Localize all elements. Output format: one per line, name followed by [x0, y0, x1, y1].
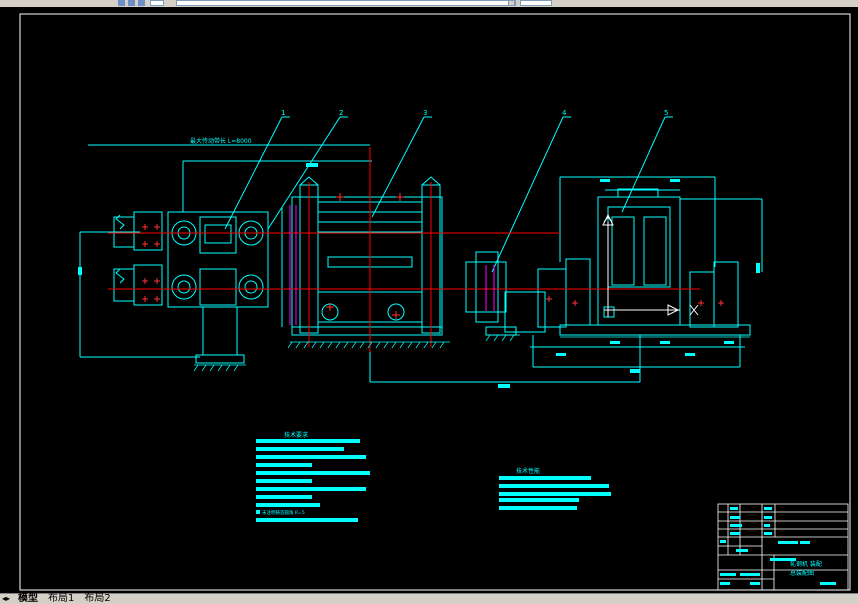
- canvas-background: [0, 7, 858, 593]
- tech-requirements-title: 技术要求: [284, 431, 308, 439]
- callout-2: 2: [339, 109, 343, 117]
- drawing-subtitle: 总装配图: [790, 569, 814, 577]
- properties-icon[interactable]: [138, 0, 145, 6]
- tab-layout-1[interactable]: 布局1: [46, 594, 76, 604]
- chevron-down-icon[interactable]: [508, 0, 515, 6]
- dimension-label: 最大传动带长 L=8000: [190, 137, 252, 145]
- callout-3: 3: [423, 109, 427, 117]
- layout-tab-bar: ◂▸ 模型 布局1 布局2: [0, 593, 858, 604]
- lineweight-dropdown[interactable]: [520, 0, 552, 6]
- layer-icon[interactable]: [128, 0, 135, 6]
- tab-nav-arrows[interactable]: ◂▸: [2, 594, 10, 604]
- callout-5: 5: [664, 109, 668, 117]
- tab-layout-2[interactable]: 布局2: [82, 594, 112, 604]
- drawing-canvas[interactable]: 1 2 3 4 5 最大传动带长 L=8000 技术要求 未注明铸造圆角 R=5…: [0, 7, 858, 593]
- callout-4: 4: [562, 109, 567, 117]
- callout-1: 1: [281, 109, 285, 117]
- tech-specs-title: 技术性能: [516, 467, 540, 475]
- tech-requirements-note: 未注明铸造圆角 R=5: [262, 509, 305, 516]
- linetype-dropdown[interactable]: [176, 0, 516, 6]
- layer-dropdown[interactable]: [150, 0, 164, 6]
- drawing-title: 轧钢机 装配: [790, 560, 822, 568]
- zoom-icon[interactable]: [118, 0, 125, 6]
- tab-model[interactable]: 模型: [16, 594, 40, 604]
